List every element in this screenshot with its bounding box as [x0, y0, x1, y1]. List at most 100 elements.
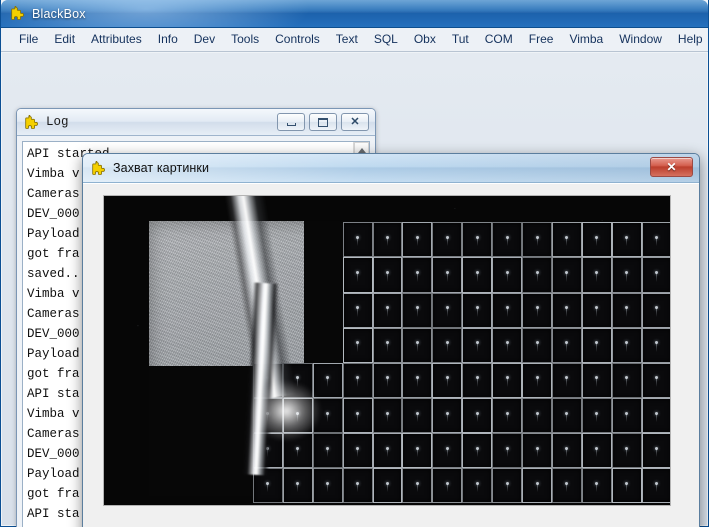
- pad-cell: [552, 257, 582, 292]
- minimize-button[interactable]: [277, 113, 305, 131]
- pad-cell: [402, 328, 432, 363]
- menu-item-tut[interactable]: Tut: [444, 29, 477, 50]
- pad-cell: [343, 293, 373, 328]
- pad-cell: [612, 398, 642, 433]
- pad-cell: [582, 468, 612, 503]
- capture-dialog-titlebar[interactable]: Захват картинки ✕: [83, 154, 699, 183]
- maximize-icon: [318, 118, 328, 127]
- menu-item-window[interactable]: Window: [611, 29, 670, 50]
- pad-cell: [642, 398, 670, 433]
- pad-cell: [343, 328, 373, 363]
- pad-cell: [552, 328, 582, 363]
- menu-item-free[interactable]: Free: [521, 29, 562, 50]
- menu-item-tools[interactable]: Tools: [223, 29, 267, 50]
- pad-cell: [492, 328, 522, 363]
- pad-cell: [432, 257, 462, 292]
- pad-cell: [522, 468, 552, 503]
- pad-cell: [373, 398, 403, 433]
- menubar: File Edit Attributes Info Dev Tools Cont…: [1, 28, 708, 52]
- main-titlebar[interactable]: BlackBox: [1, 0, 708, 28]
- pad-cell: [642, 293, 670, 328]
- pad-cell: [552, 363, 582, 398]
- pad-cell: [582, 363, 612, 398]
- pad-cell: [432, 433, 462, 468]
- pad-cell: [612, 222, 642, 257]
- pad-cell: [343, 433, 373, 468]
- pad-cell: [432, 328, 462, 363]
- pad-cell: [612, 433, 642, 468]
- pad-cell: [612, 257, 642, 292]
- pad-cell: [462, 328, 492, 363]
- pad-cell: [522, 257, 552, 292]
- menu-item-dev[interactable]: Dev: [186, 29, 223, 50]
- log-titlebar[interactable]: Log ✕: [17, 109, 375, 136]
- pad-cell: [313, 468, 343, 503]
- pad-cell: [373, 328, 403, 363]
- pad-cell: [462, 363, 492, 398]
- pad-cell: [522, 328, 552, 363]
- pad-cell: [582, 293, 612, 328]
- maximize-button[interactable]: [309, 113, 337, 131]
- pad-cell: [552, 433, 582, 468]
- pad-cell: [432, 293, 462, 328]
- menu-item-com[interactable]: COM: [477, 29, 521, 50]
- log-window-title: Log: [46, 115, 69, 129]
- pad-cell: [283, 468, 313, 503]
- pad-cell: [582, 433, 612, 468]
- puzzle-icon: [91, 161, 106, 176]
- pad-cell: [373, 222, 403, 257]
- menu-item-edit[interactable]: Edit: [46, 29, 83, 50]
- screen: BlackBox File Edit Attributes Info Dev T…: [0, 0, 709, 527]
- pad-cell: [492, 293, 522, 328]
- menu-item-info[interactable]: Info: [150, 29, 186, 50]
- pad-cell: [462, 398, 492, 433]
- capture-dialog-body: Снимок Сохранить: [83, 183, 699, 527]
- pad-cell: [432, 398, 462, 433]
- pad-cell: [343, 468, 373, 503]
- pad-cell: [432, 468, 462, 503]
- microscope-image: [104, 196, 670, 505]
- pad-cell: [462, 468, 492, 503]
- pad-cell: [582, 257, 612, 292]
- pad-cell: [402, 433, 432, 468]
- pad-cell: [402, 222, 432, 257]
- pad-cell: [462, 222, 492, 257]
- pad-cell: [343, 222, 373, 257]
- pad-cell: [313, 433, 343, 468]
- pad-cell: [492, 363, 522, 398]
- pad-cell: [612, 328, 642, 363]
- pad-cell: [373, 293, 403, 328]
- capture-dialog-title: Захват картинки: [113, 161, 209, 175]
- pad-cell: [642, 222, 670, 257]
- menu-item-controls[interactable]: Controls: [267, 29, 328, 50]
- menu-item-text[interactable]: Text: [328, 29, 366, 50]
- pad-cell: [642, 433, 670, 468]
- menu-item-sql[interactable]: SQL: [366, 29, 406, 50]
- menu-item-help[interactable]: Help: [670, 29, 709, 50]
- pad-cell: [492, 468, 522, 503]
- menu-item-vimba[interactable]: Vimba: [561, 29, 611, 50]
- pad-cell: [402, 293, 432, 328]
- close-button[interactable]: ✕: [341, 113, 369, 131]
- pad-cell: [432, 363, 462, 398]
- pad-cell: [462, 433, 492, 468]
- pad-cell: [313, 363, 343, 398]
- pad-cell: [462, 257, 492, 292]
- menu-item-attributes[interactable]: Attributes: [83, 29, 150, 50]
- capture-image-frame[interactable]: [103, 195, 671, 506]
- menu-item-obx[interactable]: Obx: [406, 29, 444, 50]
- arrow-up-icon: [358, 148, 366, 153]
- capture-dialog: Захват картинки ✕: [82, 153, 700, 527]
- pad-cell: [612, 293, 642, 328]
- pad-cell: [522, 398, 552, 433]
- puzzle-icon: [10, 6, 25, 21]
- close-button[interactable]: ✕: [650, 157, 693, 177]
- pad-cell: [552, 468, 582, 503]
- pad-cell: [373, 433, 403, 468]
- pad-cell: [642, 363, 670, 398]
- pad-cell: [373, 257, 403, 292]
- pad-cell: [343, 398, 373, 433]
- pad-cell: [492, 222, 522, 257]
- menu-item-file[interactable]: File: [11, 29, 46, 50]
- log-window-controls: ✕: [277, 113, 369, 131]
